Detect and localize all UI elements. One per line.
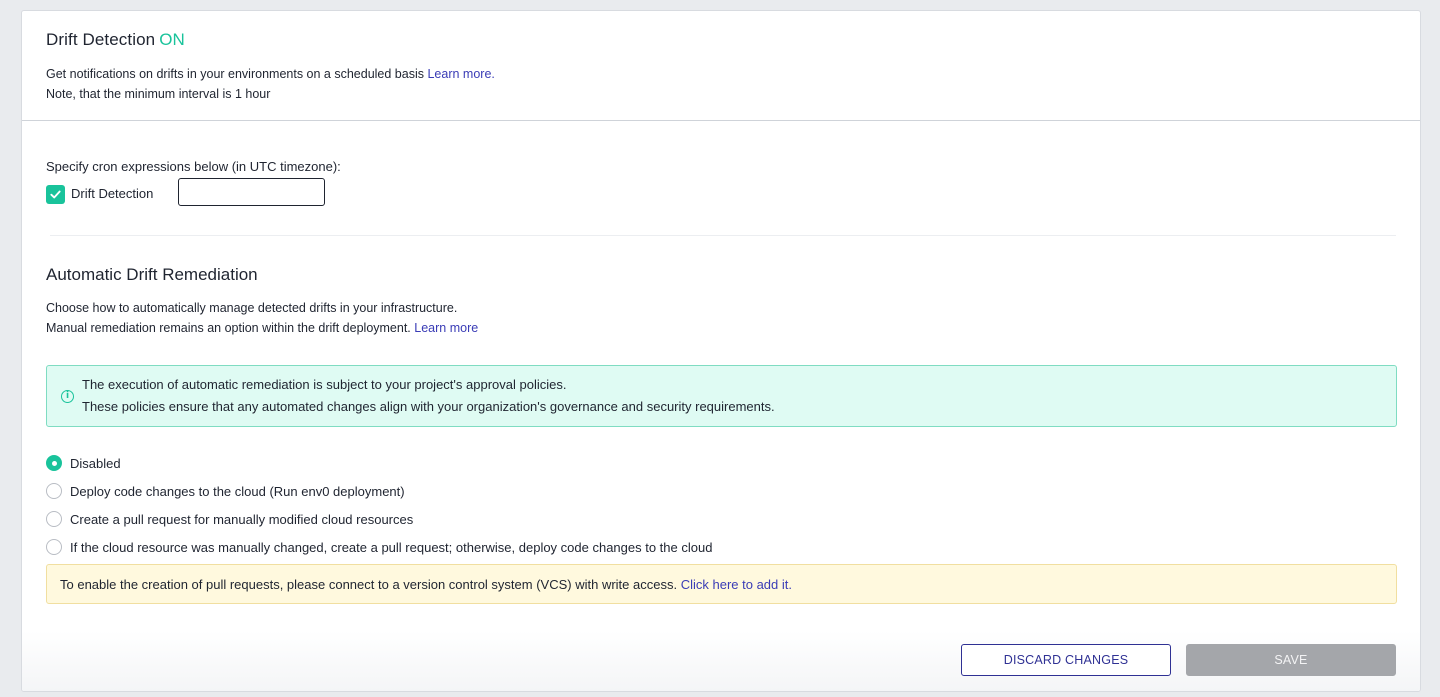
drift-detection-checkbox-label[interactable]: Drift Detection <box>71 186 153 201</box>
title-text: Drift Detection <box>46 30 156 49</box>
info-line-2: These policies ensure that any automated… <box>82 399 775 414</box>
drift-detection-header: Drift Detection ON Get notifications on d… <box>22 11 1420 121</box>
drift-detection-checkbox[interactable] <box>46 185 65 204</box>
learn-more-link[interactable]: Learn more. <box>427 67 494 81</box>
info-circle-icon: i <box>61 390 74 403</box>
radio-option-deploy-code[interactable]: Deploy code changes to the cloud (Run en… <box>46 481 405 501</box>
remediation-description-2-text: Manual remediation remains an option wit… <box>46 321 411 335</box>
approval-policy-info-box: i The execution of automatic remediation… <box>46 365 1397 427</box>
radio-option-label: Deploy code changes to the cloud (Run en… <box>70 483 405 499</box>
drift-description: Get notifications on drifts in your envi… <box>46 67 495 81</box>
remediation-title: Automatic Drift Remediation <box>46 265 258 284</box>
radio-option-create-pr[interactable]: Create a pull request for manually modif… <box>46 509 413 529</box>
radio-button[interactable] <box>46 511 62 527</box>
remediation-description-2: Manual remediation remains an option wit… <box>46 321 478 335</box>
minimum-interval-note: Note, that the minimum interval is 1 hou… <box>46 87 271 101</box>
radio-button[interactable] <box>46 483 62 499</box>
vcs-warning-text: To enable the creation of pull requests,… <box>60 577 678 592</box>
radio-option-disabled[interactable]: Disabled <box>46 453 121 473</box>
radio-option-label: Disabled <box>70 455 121 471</box>
remediation-learn-more-link[interactable]: Learn more <box>414 321 478 335</box>
drift-description-text: Get notifications on drifts in your envi… <box>46 67 424 81</box>
section-divider <box>50 235 1396 236</box>
page-title: Drift Detection ON <box>46 30 185 50</box>
radio-option-smart[interactable]: If the cloud resource was manually chang… <box>46 537 712 557</box>
remediation-description-1: Choose how to automatically manage detec… <box>46 301 458 315</box>
info-line-1: The execution of automatic remediation i… <box>82 377 567 392</box>
vcs-warning-box: To enable the creation of pull requests,… <box>46 564 1397 604</box>
cron-expression-input[interactable] <box>178 178 325 206</box>
radio-option-label: If the cloud resource was manually chang… <box>70 539 713 555</box>
cron-label: Specify cron expressions below (in UTC t… <box>46 159 341 174</box>
radio-option-label: Create a pull request for manually modif… <box>70 511 414 527</box>
add-vcs-link[interactable]: Click here to add it. <box>681 577 792 592</box>
status-on-badge: ON <box>159 30 185 49</box>
radio-button[interactable] <box>46 539 62 555</box>
discard-changes-button[interactable]: DISCARD CHANGES <box>961 644 1171 676</box>
drift-settings-card: Drift Detection ON Get notifications on d… <box>21 10 1421 692</box>
radio-button-selected[interactable] <box>46 455 62 471</box>
save-button[interactable]: SAVE <box>1186 644 1396 676</box>
check-icon <box>50 190 61 199</box>
